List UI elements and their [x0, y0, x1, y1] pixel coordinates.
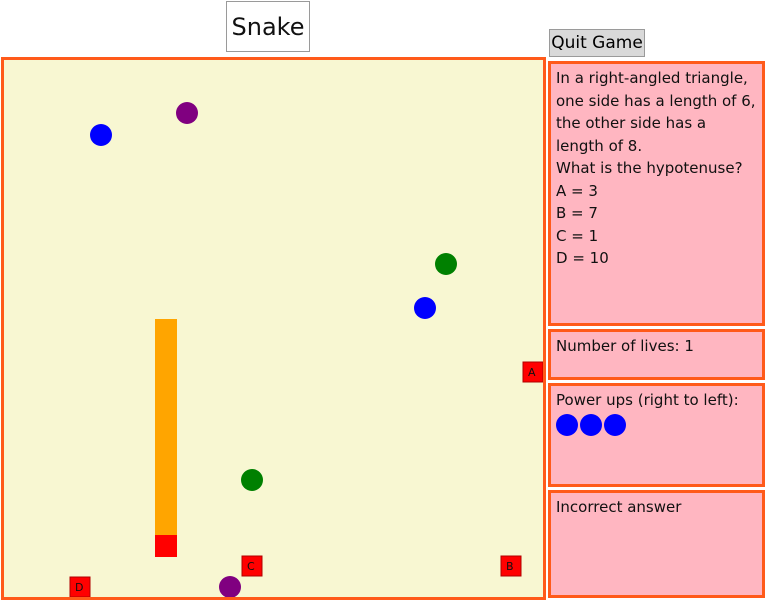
game-board[interactable]: A B C D [1, 57, 546, 600]
lives-panel: Number of lives: 1 [548, 329, 765, 380]
answer-label-a: A [528, 366, 536, 379]
question-text: In a right-angled triangle, one side has… [556, 69, 756, 155]
answer-box-b: B [500, 555, 522, 577]
answer-box-c: C [241, 555, 263, 577]
answer-label-c: C [247, 560, 255, 573]
game-board-canvas: A B C D [69, 102, 543, 597]
powerup-icon [580, 413, 602, 436]
question-prompt: What is the hypotenuse? [556, 159, 743, 177]
game-title: Snake [226, 1, 310, 52]
option-d: D = 10 [556, 249, 609, 267]
option-a: A = 3 [556, 181, 598, 200]
snake-head [155, 535, 177, 557]
powerup-icon [556, 413, 578, 436]
purple-dot [176, 102, 198, 124]
snake-body [155, 319, 177, 537]
feedback-text: Incorrect answer [556, 498, 682, 516]
powerup-icon [604, 413, 626, 436]
answer-label-d: D [75, 581, 83, 594]
answer-label-b: B [506, 560, 514, 573]
green-dot [241, 469, 263, 491]
green-dot [435, 253, 457, 275]
option-c: C = 1 [556, 226, 599, 245]
powerups-panel: Power ups (right to left): [548, 383, 765, 487]
blue-dot [90, 124, 112, 146]
powerups-label: Power ups (right to left): [556, 391, 739, 409]
option-b: B = 7 [556, 204, 598, 222]
answer-box-d: D [69, 576, 91, 597]
question-panel: In a right-angled triangle, one side has… [548, 61, 765, 326]
lives-text: Number of lives: 1 [556, 337, 694, 355]
purple-dot [219, 576, 241, 597]
feedback-panel: Incorrect answer [548, 490, 765, 598]
answer-box-a: A [522, 361, 543, 383]
quit-game-button[interactable]: Quit Game [549, 29, 645, 57]
blue-dot [414, 297, 436, 319]
powerup-row [556, 413, 757, 436]
